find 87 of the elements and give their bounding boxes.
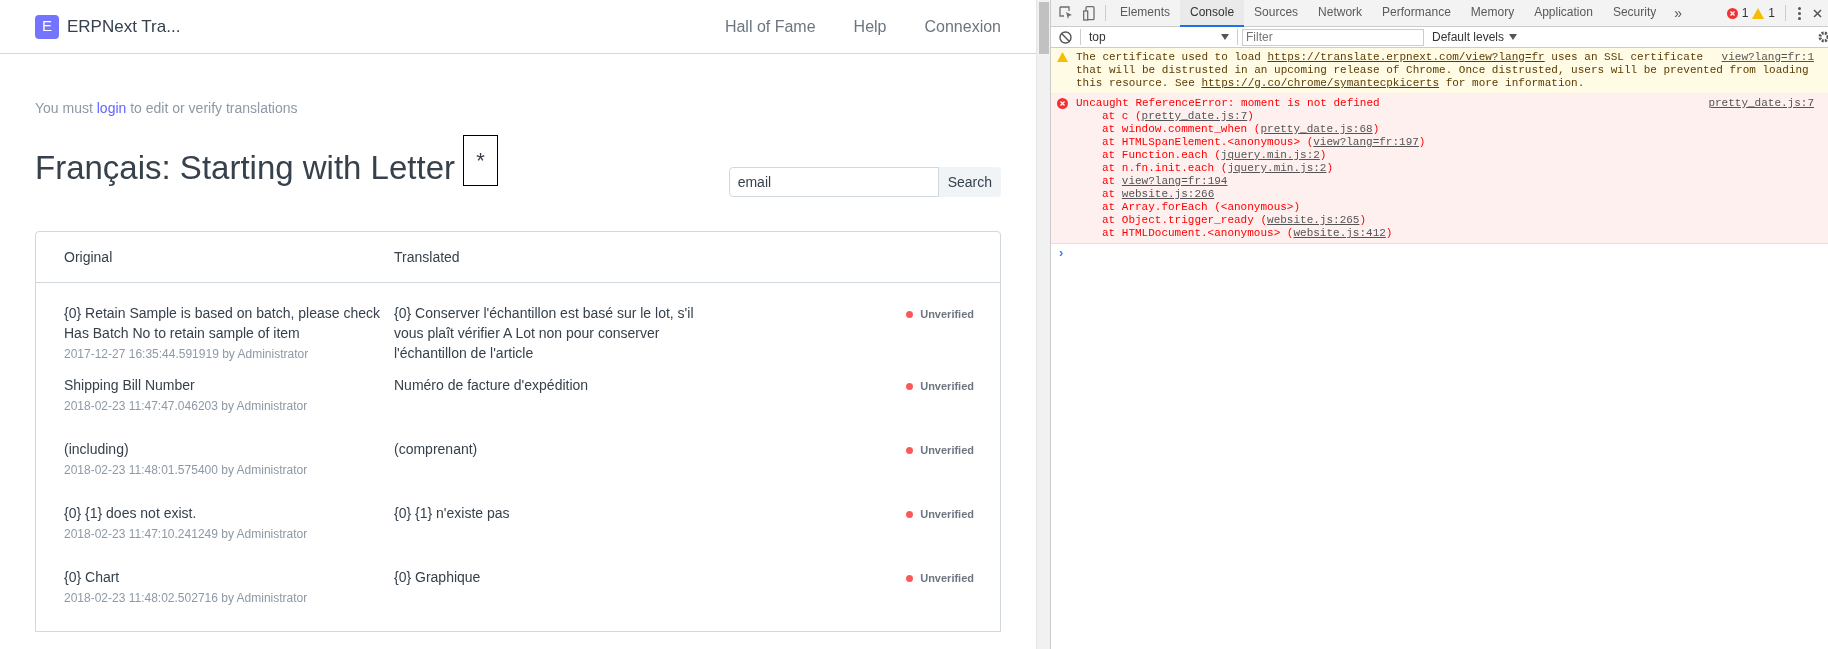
source-link[interactable]: view?lang=fr:194 xyxy=(1121,175,1228,187)
original-text: {0} Chart xyxy=(64,568,121,587)
source-link[interactable]: website.js:265 xyxy=(1267,214,1360,226)
stack-trace-line: at Array.forEach (<anonymous>) xyxy=(1102,201,1301,214)
column-header: Original xyxy=(64,247,114,267)
warning-count[interactable]: 1 xyxy=(1768,4,1775,22)
source-link[interactable]: view?lang=fr:1 xyxy=(1721,51,1814,64)
stack-trace-line: at website.js:266 xyxy=(1102,188,1215,201)
nav-link[interactable]: Connexion xyxy=(924,14,1001,39)
original-text: Shipping Bill Number xyxy=(64,376,196,395)
login-link[interactable]: login xyxy=(96,100,127,116)
devtools-tab[interactable]: Network xyxy=(1308,0,1373,27)
devtools-tab[interactable]: Performance xyxy=(1372,0,1461,27)
translated-text: {0} Conserver l'échantillon est basé sur le lot, s'il vous plaît vérifier A Lot non pour conserver l'échantillon de l'article xyxy=(394,304,694,363)
source-link[interactable]: https://translate.erpnext.com/view?lang=fr xyxy=(1267,51,1545,63)
clear-console-icon[interactable] xyxy=(1059,30,1072,44)
levels-dropdown[interactable]: Default levels xyxy=(1432,28,1518,46)
source-link[interactable]: website.js:412 xyxy=(1293,227,1386,239)
status-label: Unverified xyxy=(920,443,974,458)
more-tabs-button[interactable]: » xyxy=(1674,2,1683,24)
error-icon xyxy=(1726,7,1738,19)
warning-icon xyxy=(1057,52,1068,62)
source-link[interactable]: pretty_date.js:68 xyxy=(1260,123,1373,135)
inspect-icon[interactable] xyxy=(1059,6,1073,20)
status-label: Unverified xyxy=(920,379,974,394)
devtools-tab[interactable]: Sources xyxy=(1244,0,1309,27)
console-message-line: Uncaught ReferenceError: moment is not defined xyxy=(1076,97,1380,110)
error-count[interactable]: 1 xyxy=(1741,4,1749,22)
translated-text: {0} Graphique xyxy=(394,568,482,587)
timestamp-text: 2017-12-27 16:35:44.591919 by Administrator xyxy=(64,346,310,363)
status-label: Unverified xyxy=(920,571,974,586)
source-link[interactable]: view?lang=fr:197 xyxy=(1313,136,1419,148)
filter-field[interactable]: Filter xyxy=(1242,28,1424,46)
stack-trace-line: at Object.trigger_ready (website.js:265) xyxy=(1102,214,1367,227)
source-link[interactable]: https://g.co/chrome/symantecpkicerts xyxy=(1201,77,1440,89)
translated-text: {0} {1} n'existe pas xyxy=(394,504,511,523)
status-label: Unverified xyxy=(920,507,974,522)
stack-trace-line: at window.comment_when (pretty_date.js:68) xyxy=(1102,123,1380,136)
page-title: Français: Starting with Letter xyxy=(35,148,455,188)
console-message-line: this resource. See https://g.co/chrome/symantecpkicerts for more information. xyxy=(1076,77,1585,90)
column-header: Translated xyxy=(394,247,460,267)
original-text: (including) xyxy=(64,440,130,459)
timestamp-text: 2018-02-23 11:48:01.575400 by Administrator xyxy=(64,462,309,479)
translated-text: Numéro de facture d'expédition xyxy=(394,376,590,395)
devtools-tab[interactable]: Elements xyxy=(1110,0,1181,27)
source-link[interactable]: pretty_date.js:7 xyxy=(1141,110,1248,122)
brand-link[interactable]: ERPNext Tra... xyxy=(67,13,181,40)
source-link[interactable]: jquery.min.js:2 xyxy=(1227,162,1327,174)
timestamp-text: 2018-02-23 11:47:47.046203 by Administrator xyxy=(64,398,309,415)
original-text: {0} Retain Sample is based on batch, please check Has Batch No to retain sample of item xyxy=(64,304,381,343)
timestamp-text: 2018-02-23 11:47:10.241249 by Administrator xyxy=(64,526,309,543)
scrollbar-thumb[interactable] xyxy=(1038,2,1049,54)
devtools-tab[interactable]: Security xyxy=(1602,0,1667,27)
settings-icon[interactable] xyxy=(1818,31,1828,43)
warning-icon xyxy=(1752,7,1765,19)
source-link[interactable]: pretty_date.js:7 xyxy=(1708,97,1814,110)
stack-trace-line: at c (pretty_date.js:7) xyxy=(1102,110,1254,123)
source-link[interactable]: website.js:266 xyxy=(1121,188,1215,200)
letter-box[interactable]: * xyxy=(463,135,498,186)
login-notice: You must login to edit or verify translations xyxy=(35,99,299,118)
stack-trace-line: at n.fn.init.each (jquery.min.js:2) xyxy=(1102,162,1334,175)
devtools-tab[interactable]: Application xyxy=(1524,0,1603,27)
console-message-line: The certificate used to load https://translate.erpnext.com/view?lang=fr uses an SSL certificate xyxy=(1076,51,1704,64)
translated-text: (comprenant) xyxy=(394,440,479,459)
nav-link[interactable]: Hall of Fame xyxy=(724,14,816,39)
logo-icon: E xyxy=(35,14,59,39)
stack-trace-line: at view?lang=fr:194 xyxy=(1102,175,1228,188)
timestamp-text: 2018-02-23 11:48:02.502716 by Administrator xyxy=(64,590,309,607)
devtools-tab[interactable]: Console xyxy=(1180,0,1245,27)
stack-trace-line: at HTMLDocument.<anonymous> (website.js:412) xyxy=(1102,227,1393,240)
search-field[interactable]: email xyxy=(728,167,939,197)
search-button[interactable]: Search xyxy=(938,167,1001,197)
console-message-line: that will be distrusted in an upcoming release of Chrome. Once distrusted, users will be prevented from loading xyxy=(1076,64,1809,77)
stack-trace-line: at Function.each (jquery.min.js:2) xyxy=(1102,149,1327,162)
close-icon[interactable] xyxy=(1813,8,1822,18)
more-menu-icon[interactable] xyxy=(1798,6,1801,20)
error-icon xyxy=(1057,98,1068,109)
device-icon[interactable] xyxy=(1083,5,1095,21)
console-prompt[interactable]: › xyxy=(1059,243,1064,263)
stack-trace-line: at HTMLSpanElement.<anonymous> (view?lang=fr:197) xyxy=(1102,136,1426,149)
devtools-tab[interactable]: Memory xyxy=(1460,0,1525,27)
source-link[interactable]: jquery.min.js:2 xyxy=(1220,149,1320,161)
status-label: Unverified xyxy=(920,307,974,322)
dropdown-icon xyxy=(1221,34,1229,40)
nav-link[interactable]: Help xyxy=(853,14,887,39)
original-text: {0} {1} does not exist. xyxy=(64,504,198,523)
context-select[interactable]: top xyxy=(1089,28,1229,46)
